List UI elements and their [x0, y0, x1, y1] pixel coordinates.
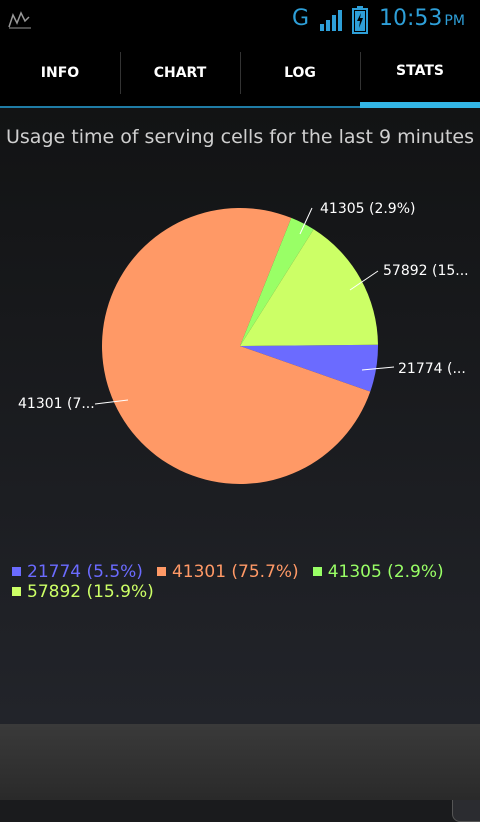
tab-log[interactable]: LOG	[240, 40, 360, 108]
tab-info-label: INFO	[40, 65, 80, 81]
pie-chart: 21774 (... 41301 (7... 41305 (2.9%) 57892 (…	[18, 201, 469, 484]
tab-stats-label: STATS	[396, 63, 444, 79]
legend-swatch	[12, 587, 21, 596]
legend-item-21774: 21774 (5.5%)	[12, 562, 143, 582]
legend-label: 41301 (75.7%)	[171, 562, 299, 582]
tab-chart-label: CHART	[153, 65, 207, 81]
legend-label: 41305 (2.9%)	[327, 562, 444, 582]
clock: 10:53 PM	[379, 6, 465, 31]
stats-content: Usage time of serving cells for the last…	[0, 108, 480, 822]
network-type-label: G	[292, 6, 310, 31]
pie-label-41301: 41301 (7...	[18, 396, 95, 412]
navigation-bar	[0, 724, 480, 800]
legend-item-41305: 41305 (2.9%)	[312, 562, 444, 582]
legend-swatch	[12, 567, 21, 576]
tab-info[interactable]: INFO	[0, 40, 120, 108]
pie-label-21774: 21774 (...	[398, 361, 466, 377]
clock-ampm: PM	[444, 13, 465, 29]
clock-time: 10:53	[379, 6, 443, 31]
pie-label-41305: 41305 (2.9%)	[320, 201, 415, 217]
tab-stats[interactable]: STATS	[360, 40, 480, 108]
legend-swatch	[156, 567, 166, 576]
battery-charging-icon	[352, 6, 368, 38]
legend-label: 21774 (5.5%)	[27, 562, 143, 582]
chart-legend: 21774 (5.5%) 41301 (75.7%) 41305 (2.9%) 578…	[12, 562, 472, 602]
tab-log-label: LOG	[284, 65, 316, 81]
legend-item-41301: 41301 (75.7%)	[156, 562, 299, 582]
status-bar: G 10:53 PM	[0, 0, 480, 40]
activity-chart-icon	[8, 9, 32, 33]
tab-bar: INFO CHART LOG STATS	[0, 40, 480, 108]
pie-label-57892: 57892 (15...	[383, 263, 469, 279]
legend-item-57892: 57892 (15.9%)	[12, 582, 154, 602]
legend-label: 57892 (15.9%)	[27, 582, 154, 602]
signal-icon	[318, 8, 344, 36]
tab-chart[interactable]: CHART	[120, 40, 240, 108]
legend-swatch	[312, 567, 322, 576]
